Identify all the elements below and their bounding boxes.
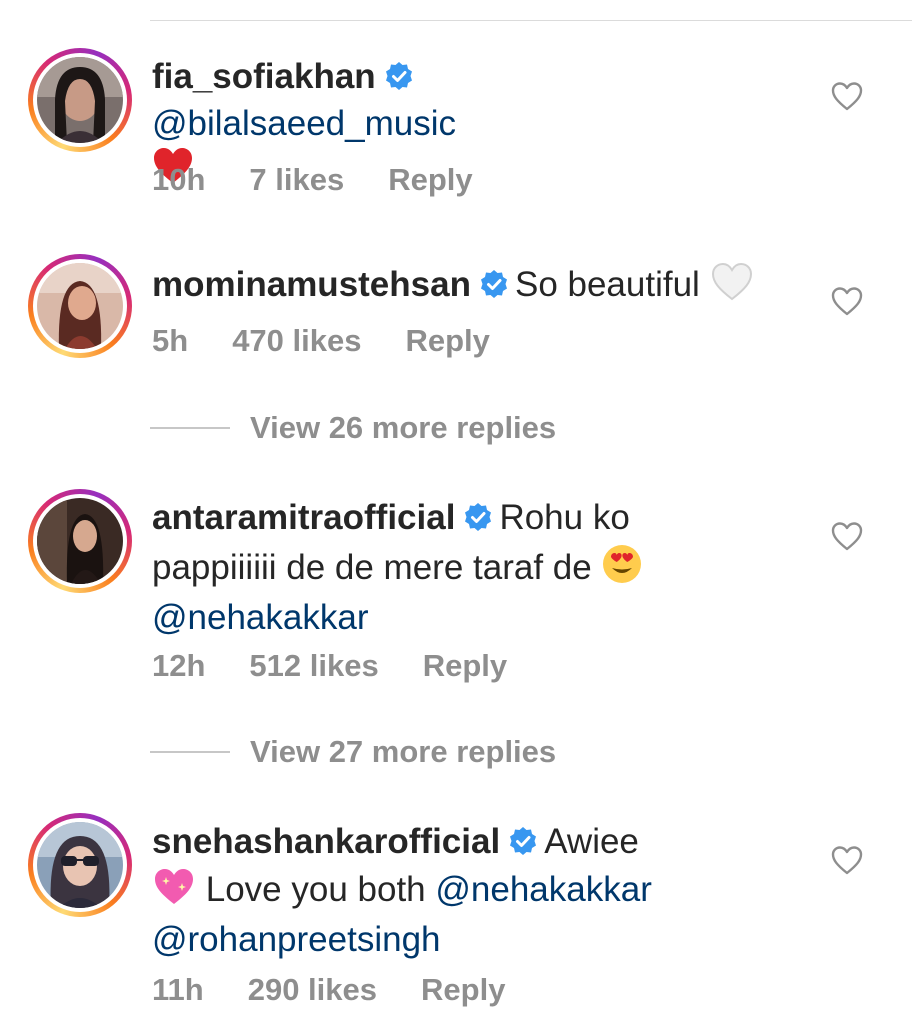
comment-text-line2: Love you both <box>205 870 426 909</box>
top-divider <box>150 20 912 21</box>
like-heart-icon[interactable] <box>830 844 864 878</box>
comment-time: 11h <box>152 972 204 1007</box>
likes-count[interactable]: 512 likes <box>249 648 378 683</box>
comment-text: So beautiful <box>514 265 700 304</box>
view-more-replies-button[interactable]: View 27 more replies <box>150 732 750 772</box>
replies-divider <box>150 427 230 429</box>
comment-time: 10h <box>152 162 206 197</box>
replies-divider <box>150 751 230 753</box>
like-heart-icon[interactable] <box>830 520 864 554</box>
reply-button[interactable]: Reply <box>388 162 472 197</box>
view-replies-label: View 27 more replies <box>250 734 557 769</box>
mention-link[interactable]: @bilalsaeed_music <box>152 104 456 143</box>
mention-link[interactable]: @rohanpreetsingh <box>152 920 441 959</box>
avatar[interactable] <box>28 813 132 917</box>
white-heart-icon <box>710 262 754 313</box>
comment-meta: 10h 7 likes Reply <box>152 160 517 200</box>
likes-count[interactable]: 470 likes <box>232 323 361 358</box>
comment-text-line1: Awiee <box>544 822 639 861</box>
avatar[interactable] <box>28 254 132 358</box>
comment-time: 12h <box>152 648 206 683</box>
like-heart-icon[interactable] <box>830 285 864 319</box>
heart-eyes-icon <box>601 543 643 596</box>
comment-time: 5h <box>152 323 189 358</box>
comment-meta: 11h 290 likes Reply <box>152 970 549 1010</box>
view-replies-label: View 26 more replies <box>250 410 557 445</box>
username[interactable]: mominamustehsan <box>152 265 471 304</box>
comment-meta: 12h 512 likes Reply <box>152 646 551 686</box>
comment-text-line1: Rohu ko <box>499 498 630 537</box>
reply-button[interactable]: Reply <box>421 972 505 1007</box>
verified-badge-icon <box>479 266 509 310</box>
avatar[interactable] <box>28 489 132 593</box>
username[interactable]: snehashankarofficial <box>152 822 500 861</box>
username[interactable]: antaramitraofficial <box>152 498 455 537</box>
comment-body: snehashankarofficial Awiee Love you both … <box>152 820 772 962</box>
comment-body: antaramitraofficial Rohu ko pappiiiiii de… <box>152 496 752 640</box>
likes-count[interactable]: 290 likes <box>248 972 377 1007</box>
sparkling-heart-icon <box>152 867 196 918</box>
comment-text-line2: pappiiiiii de de mere taraf de <box>152 548 592 587</box>
mention-link[interactable]: @nehakakkar <box>435 870 651 909</box>
verified-badge-icon <box>384 58 414 102</box>
likes-count[interactable]: 7 likes <box>249 162 344 197</box>
reply-button[interactable]: Reply <box>423 648 507 683</box>
avatar[interactable] <box>28 48 132 152</box>
comment-meta: 5h 470 likes Reply <box>152 321 534 361</box>
reply-button[interactable]: Reply <box>405 323 489 358</box>
comment-body: mominamustehsan So beautiful <box>152 262 852 313</box>
view-more-replies-button[interactable]: View 26 more replies <box>150 408 750 448</box>
like-heart-icon[interactable] <box>830 80 864 114</box>
mention-link[interactable]: @nehakakkar <box>152 598 368 637</box>
verified-badge-icon <box>508 823 538 867</box>
username[interactable]: fia_sofiakhan <box>152 57 376 96</box>
verified-badge-icon <box>463 499 493 543</box>
